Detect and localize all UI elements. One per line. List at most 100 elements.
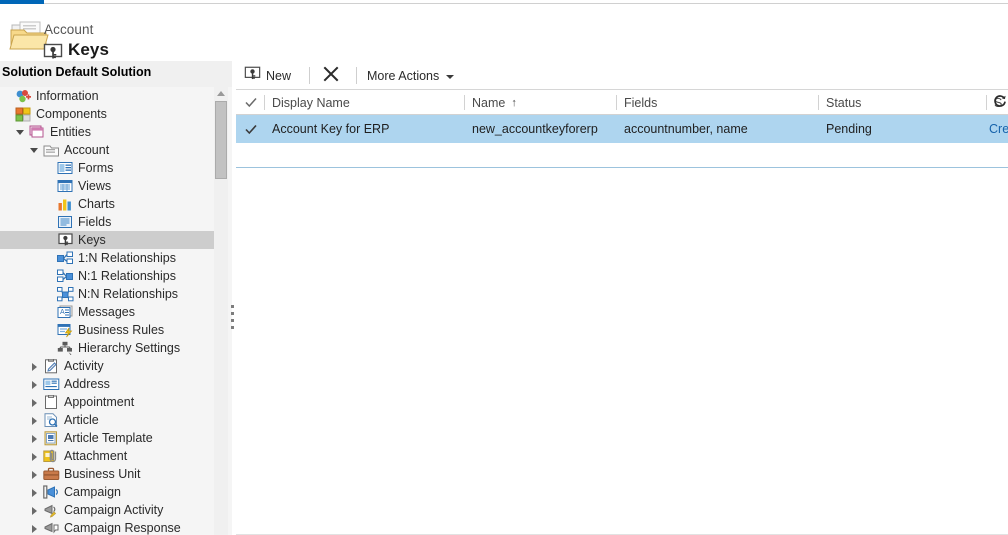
cell-display-name: Account Key for ERP [272, 122, 390, 136]
sidebar-item-components[interactable]: Components [0, 105, 214, 123]
sidebar-item-1-n-relationships[interactable]: 1:N Relationships [0, 249, 214, 267]
page-title: Keys [68, 40, 110, 59]
main-content: New More Actions Display Name Name ↑ Fie… [236, 61, 1008, 535]
campaign-icon [42, 483, 61, 501]
sidebar-item-n-1-relationships[interactable]: N:1 Relationships [0, 267, 214, 285]
sidebar-item-account[interactable]: Account [0, 141, 214, 159]
chevron-down-icon[interactable] [14, 123, 28, 141]
sidebar-item-label: Campaign Activity [64, 503, 164, 517]
sort-indicator: ↑ [511, 96, 517, 109]
keys-grid: Display Name Name ↑ Fields Status S Acco… [236, 90, 1008, 535]
sidebar-item-article-template[interactable]: Article Template [0, 429, 214, 447]
column-divider [464, 95, 465, 110]
chevron-right-icon[interactable] [28, 393, 42, 411]
sidebar-item-label: Appointment [64, 395, 135, 409]
messages-icon: A [56, 303, 75, 321]
chevron-right-icon[interactable] [28, 519, 42, 535]
table-row[interactable]: Account Key for ERP new_accountkeyforerp… [236, 115, 1008, 168]
sidebar-item-label: Entities [50, 125, 91, 139]
sidebar-item-label: Fields [78, 215, 112, 229]
delete-button[interactable] [322, 65, 340, 87]
sidebar-item-label: Campaign Response [64, 521, 181, 535]
chevron-right-icon[interactable] [28, 501, 42, 519]
sidebar-item-campaign-response[interactable]: Campaign Response [0, 519, 214, 535]
sidebar-item-charts[interactable]: Charts [0, 195, 214, 213]
tree-scrollbar-thumb[interactable] [215, 101, 227, 179]
sidebar-item-hierarchy-settings[interactable]: Hierarchy Settings [0, 339, 214, 357]
sidebar-item-keys[interactable]: Keys [0, 231, 214, 249]
sidebar-item-business-unit[interactable]: Business Unit [0, 465, 214, 483]
component-tree-panel: Information Components Entities Account Form… [0, 87, 232, 535]
component-tree: Information Components Entities Account Form… [0, 87, 214, 535]
sidebar-item-label: Account [64, 143, 110, 157]
cell-truncated-link[interactable]: Creat [989, 115, 1008, 143]
chevron-right-icon[interactable] [28, 447, 42, 465]
window-top-divider [44, 3, 1008, 4]
sidebar-item-business-rules[interactable]: Business Rules [0, 321, 214, 339]
scroll-up-arrow-icon[interactable] [217, 91, 225, 96]
fields-icon [56, 213, 75, 231]
more-actions-button[interactable]: More Actions [367, 65, 455, 87]
column-header-name[interactable]: Name ↑ [472, 90, 612, 115]
new-button[interactable]: New [244, 65, 291, 87]
business-unit-icon [42, 465, 61, 483]
sidebar-item-forms[interactable]: Forms [0, 159, 214, 177]
charts-icon [56, 195, 75, 213]
sidebar-item-activity[interactable]: Activity [0, 357, 214, 375]
sidebar-item-address[interactable]: Address [0, 375, 214, 393]
sidebar-item-label: Messages [78, 305, 135, 319]
sidebar-item-label: Views [78, 179, 112, 193]
sidebar-item-attachment[interactable]: Attachment [0, 447, 214, 465]
information-icon [14, 87, 33, 105]
column-header-label: Name [472, 95, 506, 110]
sidebar-item-entities[interactable]: Entities [0, 123, 214, 141]
forms-icon [56, 159, 75, 177]
breadcrumb-account[interactable]: Account [44, 22, 93, 37]
application-window: Account Keys Solution Default Solution I… [0, 0, 1008, 535]
chevron-right-icon[interactable] [28, 465, 42, 483]
key-icon [43, 43, 63, 62]
sidebar-item-label: Charts [78, 197, 115, 211]
chevron-right-icon[interactable] [28, 375, 42, 393]
sidebar-item-campaign-activity[interactable]: Campaign Activity [0, 501, 214, 519]
activity-icon [42, 357, 61, 375]
select-all-checkmark-icon[interactable] [244, 95, 258, 109]
column-header-fields[interactable]: Fields [624, 90, 814, 115]
column-header-status[interactable]: Status [826, 90, 982, 115]
column-divider [818, 95, 819, 110]
sidebar-item-messages[interactable]: A Messages [0, 303, 214, 321]
sidebar-item-campaign[interactable]: Campaign [0, 483, 214, 501]
chevron-right-icon[interactable] [28, 429, 42, 447]
chevron-right-icon[interactable] [28, 357, 42, 375]
refresh-icon[interactable] [993, 94, 1007, 113]
column-header-display-name[interactable]: Display Name [272, 90, 460, 115]
chevron-down-icon[interactable] [28, 141, 42, 159]
sidebar-item-information[interactable]: Information [0, 87, 214, 105]
row-checkmark-icon[interactable] [244, 122, 258, 136]
sidebar-item-fields[interactable]: Fields [0, 213, 214, 231]
chevron-right-icon[interactable] [28, 411, 42, 429]
sidebar-item-article[interactable]: Article [0, 411, 214, 429]
views-icon [56, 177, 75, 195]
sidebar-item-views[interactable]: Views [0, 177, 214, 195]
tree-vertical-scrollbar[interactable] [214, 87, 228, 535]
chevron-right-icon[interactable] [28, 483, 42, 501]
sidebar-item-n-n-relationships[interactable]: N:N Relationships [0, 285, 214, 303]
sidebar-item-appointment[interactable]: Appointment [0, 393, 214, 411]
sidebar-item-label: Article [64, 413, 99, 427]
one-to-many-icon [56, 249, 75, 267]
